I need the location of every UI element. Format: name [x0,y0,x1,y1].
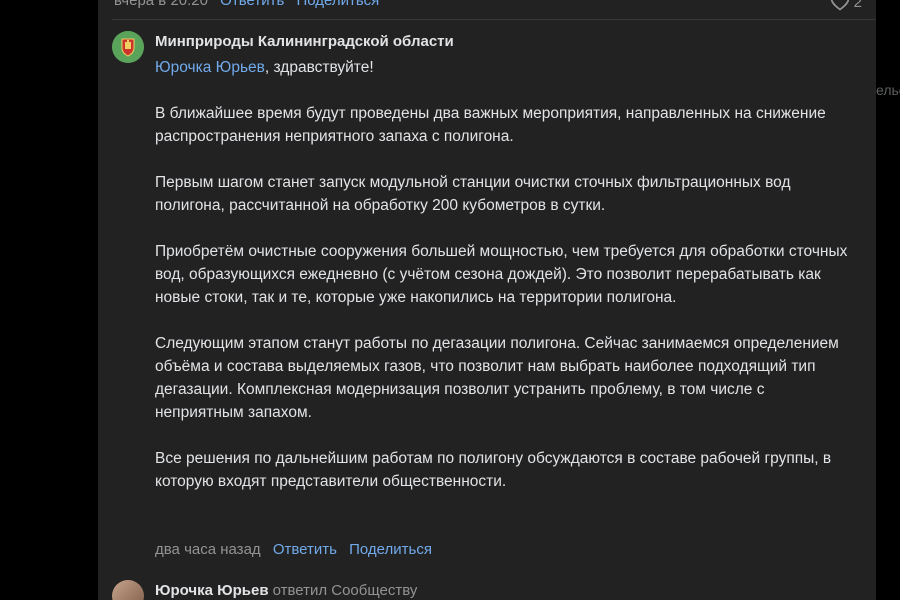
comment-author[interactable]: Минприроды Калининградской области [155,33,454,50]
paragraph: Следующим этапом станут работы по дегаза… [155,335,839,421]
greeting-line: Юрочка Юрьев, здравствуйте! [155,56,855,79]
comment-meta: два часа назад Ответить Поделиться [155,541,432,558]
paragraph: В ближайшее время будут проведены два ва… [155,105,826,145]
paragraph: Все решения по дальнейшим работам по пол… [155,450,832,490]
previous-share-link[interactable]: Поделиться [296,0,379,9]
comment-divider [112,19,876,20]
heart-icon [830,0,849,11]
reply-action: ответил Сообществу [272,582,418,599]
coat-of-arms-icon [112,31,144,63]
paragraph: Первым шагом станет запуск модульной ста… [155,174,791,214]
paragraph: Приобретём очистные сооружения большей м… [155,243,848,306]
previous-comment-meta: вчера в 20:20 Ответить Поделиться [114,0,379,9]
community-avatar[interactable] [112,31,144,63]
like-button[interactable]: 2 [830,0,862,11]
previous-comment-time: вчера в 20:20 [114,0,208,9]
user-avatar[interactable] [112,580,144,600]
mention-link[interactable]: Юрочка Юрьев [155,59,265,76]
reply-link[interactable]: Ответить [273,541,337,558]
comment-text: Юрочка Юрьев, здравствуйте! В ближайшее … [155,56,855,493]
reply-author: Юрочка Юрьев ответил Сообществу [155,582,417,599]
greeting-text: , здравствуйте! [264,59,374,76]
previous-reply-link[interactable]: Ответить [220,0,284,9]
side-panel-fragment: ельс [876,82,900,98]
comment-time: два часа назад [155,541,261,558]
share-link[interactable]: Поделиться [349,541,432,558]
reply-author-name[interactable]: Юрочка Юрьев [155,582,269,599]
comments-panel: вчера в 20:20 Ответить Поделиться 2 Минп… [98,0,876,600]
like-count: 2 [853,0,862,11]
